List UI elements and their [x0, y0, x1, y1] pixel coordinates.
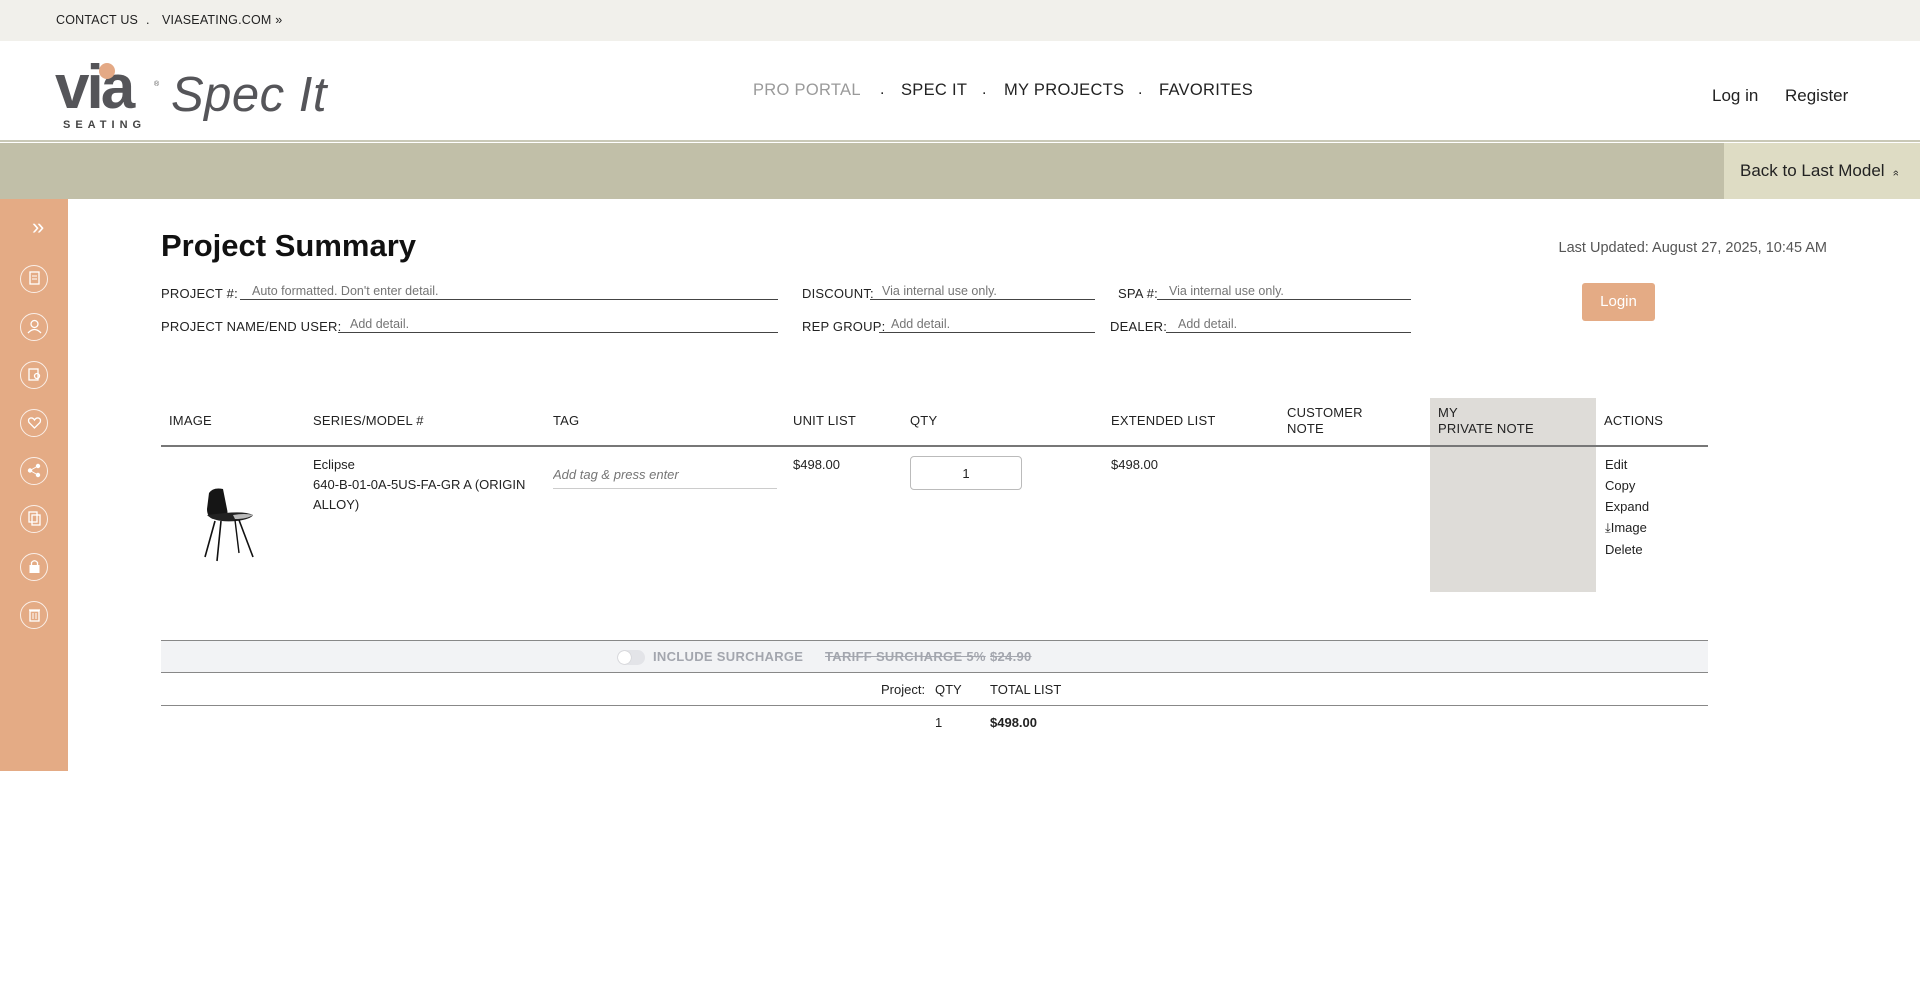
col-header-private-note: MY PRIVATE NOTE — [1438, 405, 1534, 437]
col-header-private-note-line2: PRIVATE NOTE — [1438, 421, 1534, 436]
col-header-actions: ACTIONS — [1604, 413, 1664, 428]
chevron-up-icon: » — [1890, 169, 1903, 177]
series-name: Eclipse — [313, 457, 355, 472]
col-header-extended-list: EXTENDED LIST — [1111, 413, 1216, 428]
project-name-label: PROJECT NAME/END USER: — [161, 319, 342, 334]
project-name-field[interactable] — [338, 315, 778, 333]
rep-group-field[interactable] — [879, 315, 1095, 333]
model-number-line1: 640-B-01-0A-5US-FA-GR A (ORIGIN — [313, 477, 526, 492]
dealer-field[interactable] — [1166, 315, 1411, 333]
nav-separator: . — [880, 81, 885, 98]
col-header-image: IMAGE — [169, 413, 212, 428]
discount-field[interactable] — [870, 282, 1095, 300]
back-to-last-model-button[interactable]: Back to Last Model » — [1724, 143, 1920, 199]
project-number-field[interactable] — [240, 282, 778, 300]
model-number-line2: ALLOY) — [313, 497, 360, 512]
total-qty-value: 1 — [935, 715, 943, 730]
include-surcharge-toggle[interactable] — [617, 650, 645, 665]
col-header-tag: TAG — [553, 413, 580, 428]
col-header-private-note-line1: MY — [1438, 405, 1458, 420]
copy-icon[interactable] — [20, 505, 48, 533]
logo-word: via — [55, 53, 135, 122]
edit-action[interactable]: Edit — [1605, 457, 1627, 472]
trash-icon[interactable] — [20, 601, 48, 629]
site-header: via ® SEATING Spec It PRO PORTAL . SPEC … — [0, 41, 1920, 142]
nav-spec-it[interactable]: SPEC IT — [901, 81, 967, 100]
rep-group-label: REP GROUP: — [802, 319, 886, 334]
copy-action[interactable]: Copy — [1605, 478, 1635, 493]
project-number-label: PROJECT #: — [161, 286, 238, 301]
contact-us-link[interactable]: CONTACT US — [56, 13, 138, 27]
tariff-surcharge-label: TARIFF SURCHARGE 5% — [825, 649, 986, 664]
register-link[interactable]: Register — [1785, 86, 1848, 106]
nav-pro-portal[interactable]: PRO PORTAL — [753, 81, 861, 100]
login-link[interactable]: Log in — [1712, 86, 1758, 106]
site-logo[interactable]: via ® SEATING Spec It — [55, 51, 335, 133]
spa-field[interactable] — [1157, 282, 1411, 300]
table-header-divider — [161, 445, 1708, 447]
col-header-unit-list: UNIT LIST — [793, 413, 856, 428]
discount-label: DISCOUNT: — [802, 286, 874, 301]
share-icon[interactable] — [20, 457, 48, 485]
user-icon[interactable] — [20, 313, 48, 341]
dealer-label: DEALER: — [1110, 319, 1168, 334]
tariff-surcharge-amount: $24.90 — [990, 649, 1032, 664]
nav-separator: . — [982, 81, 987, 98]
total-list-value: $498.00 — [990, 715, 1037, 730]
extended-list-value: $498.00 — [1111, 457, 1158, 472]
total-qty-label: QTY — [935, 682, 962, 697]
breadcrumb-band: Back to Last Model » — [0, 143, 1920, 199]
utility-separator: . — [146, 13, 150, 27]
col-header-customer-note-line2: NOTE — [1287, 421, 1324, 436]
login-button[interactable]: Login — [1582, 283, 1655, 321]
unit-list-value: $498.00 — [793, 457, 840, 472]
project-total-label: Project: — [881, 682, 926, 697]
project-sidebar: » — [0, 199, 68, 771]
totals-divider — [161, 705, 1708, 706]
project-icon[interactable] — [20, 265, 48, 293]
toggle-knob — [618, 651, 631, 664]
total-list-label: TOTAL LIST — [990, 682, 1062, 697]
tag-input[interactable] — [553, 461, 777, 489]
logo-dot-icon — [99, 63, 115, 79]
search-icon[interactable] — [20, 361, 48, 389]
include-surcharge-label: INCLUDE SURCHARGE — [653, 649, 804, 664]
delete-action[interactable]: Delete — [1605, 542, 1643, 557]
nav-separator: . — [1138, 81, 1143, 98]
viaseating-link[interactable]: VIASEATING.COM » — [162, 13, 282, 27]
app-name: Spec It — [171, 68, 328, 122]
download-image-action[interactable]: ⤓Image — [1605, 520, 1647, 536]
spa-label: SPA #: — [1118, 286, 1158, 301]
heart-icon[interactable] — [20, 409, 48, 437]
last-updated-text: Last Updated: August 27, 2025, 10:45 AM — [1558, 240, 1827, 256]
quantity-field[interactable] — [910, 456, 1022, 490]
col-header-customer-note: CUSTOMER NOTE — [1287, 405, 1363, 437]
page-title: Project Summary — [161, 228, 416, 263]
col-header-customer-note-line1: CUSTOMER — [1287, 405, 1363, 420]
product-image[interactable] — [195, 483, 265, 563]
col-header-qty: QTY — [910, 413, 938, 428]
back-label: Back to Last Model — [1740, 161, 1885, 180]
lock-icon[interactable] — [20, 553, 48, 581]
col-header-series: SERIES/MODEL # — [313, 413, 424, 428]
nav-favorites[interactable]: FAVORITES — [1159, 81, 1253, 100]
logo-subtitle: SEATING — [63, 119, 147, 131]
logo-registered-mark: ® — [154, 81, 160, 88]
nav-my-projects[interactable]: MY PROJECTS — [1004, 81, 1124, 100]
expand-sidebar-icon[interactable]: » — [32, 214, 44, 240]
expand-action[interactable]: Expand — [1605, 499, 1649, 514]
utility-bar: CONTACT US . VIASEATING.COM » — [0, 0, 1920, 41]
